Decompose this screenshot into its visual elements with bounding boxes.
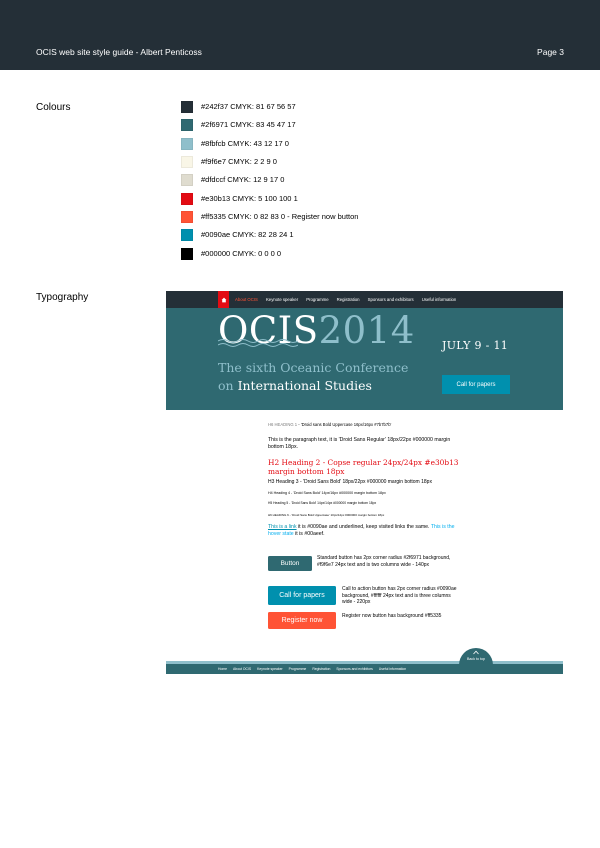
nav-item-programme[interactable]: Programme (306, 297, 328, 302)
standard-button[interactable]: Button (268, 556, 312, 571)
website-mockup: About OCIS Keynote speaker Programme Reg… (166, 291, 563, 674)
hero-call-for-papers-button[interactable]: Call for papers (442, 375, 510, 394)
colour-value: #000000 CMYK: 0 0 0 0 (201, 249, 282, 258)
colour-value: #f9f6e7 CMYK: 2 2 9 0 (201, 157, 277, 166)
footer-item-about[interactable]: About OCIS (233, 667, 251, 671)
colour-swatch (181, 155, 193, 168)
colour-swatch (181, 228, 193, 241)
colour-swatch (181, 173, 193, 186)
home-icon (221, 297, 226, 302)
h3-heading-sample: H3 Heading 3 - 'Droid Sans Bold' 18px/22… (268, 479, 432, 485)
document-header: OCIS web site style guide - Albert Penti… (0, 0, 600, 70)
colour-row: #ff5335 CMYK: 0 82 83 0 - Register now b… (181, 210, 358, 223)
nav-item-registration[interactable]: Registration (337, 297, 360, 302)
standard-button-description: Standard button has 2px corner radius #2… (317, 555, 451, 568)
colour-row: #0090ae CMYK: 82 28 24 1 (181, 228, 294, 241)
colour-swatch (181, 100, 193, 113)
call-to-action-description: Call to action button has 2px corner rad… (342, 586, 457, 605)
h4-heading-sample: H4 Heading 4 - 'Droid Sans Bold' 14px/16… (268, 491, 386, 495)
paragraph-sample: This is the paragraph text, it is 'Droid… (268, 437, 451, 450)
colour-swatch (181, 247, 193, 260)
footer-item-home[interactable]: Home (218, 667, 227, 671)
mockup-nav-items: About OCIS Keynote speaker Programme Reg… (235, 291, 464, 308)
footer-item-sponsors[interactable]: Sponsors and exhibitors (336, 667, 372, 671)
colour-row: #e30b13 CMYK: 5 100 100 1 (181, 192, 298, 205)
footer-nav: Home About OCIS Keynote speaker Programm… (218, 664, 412, 674)
typography-heading: Typography (36, 292, 89, 303)
colour-row: #2f6971 CMYK: 83 45 47 17 (181, 118, 296, 131)
h2-heading-sample: H2 Heading 2 - Copse regular 24px/24px #… (268, 458, 459, 476)
nav-item-sponsors[interactable]: Sponsors and exhibitors (368, 297, 414, 302)
h6-heading-sample: H6 HEADING 1 - 'Droid sans Bold Uppercas… (268, 422, 392, 427)
page-number: Page 3 (537, 47, 564, 57)
link-example[interactable]: This is a link (268, 524, 297, 530)
back-to-top-label: Back to top (467, 657, 485, 661)
colour-value: #0090ae CMYK: 82 28 24 1 (201, 230, 294, 239)
footer-item-registration[interactable]: Registration (312, 667, 330, 671)
colour-value: #dfdccf CMYK: 12 9 17 0 (201, 175, 285, 184)
colour-row: #8fbfcb CMYK: 43 12 17 0 (181, 137, 289, 150)
colour-swatch (181, 210, 193, 223)
tagline-line-1: The sixth Oceanic Conference (218, 360, 409, 375)
conference-dates: JULY 9 - 11 (442, 339, 509, 352)
colour-value: #2f6971 CMYK: 83 45 47 17 (201, 120, 296, 129)
document-title: OCIS web site style guide - Albert Penti… (36, 47, 202, 57)
nav-item-useful-info[interactable]: Useful information (422, 297, 457, 302)
register-now-button[interactable]: Register now (268, 612, 336, 629)
colour-value: #8fbfcb CMYK: 43 12 17 0 (201, 139, 289, 148)
tagline-line-2: on International Studies (218, 378, 372, 393)
colour-value: #e30b13 CMYK: 5 100 100 1 (201, 194, 298, 203)
chevron-up-icon (473, 650, 479, 655)
h5-heading-sample: H5 Heading 5 - 'Droid Sans Bold' 14px/14… (268, 501, 377, 505)
call-for-papers-button[interactable]: Call for papers (268, 586, 336, 605)
colour-value: #ff5335 CMYK: 0 82 83 0 - Register now b… (201, 212, 359, 221)
footer-item-keynote[interactable]: Keynote speaker (257, 667, 282, 671)
colour-row: #dfdccf CMYK: 12 9 17 0 (181, 173, 284, 186)
home-button[interactable] (218, 291, 229, 308)
link-sample: This is a link it is #0090ae and underli… (268, 524, 455, 537)
colour-row: #242f37 CMYK: 81 67 56 57 (181, 100, 296, 113)
h6-heading-sample-2: H6 HEADING 6 - 'Droid Sans Bold Uppercas… (268, 513, 385, 517)
colour-row: #000000 CMYK: 0 0 0 0 (181, 247, 281, 260)
colour-swatch (181, 192, 193, 205)
back-to-top-button[interactable]: Back to top (459, 648, 493, 665)
colours-heading: Colours (36, 102, 71, 113)
colour-value: #242f37 CMYK: 81 67 56 57 (201, 102, 296, 111)
nav-item-about[interactable]: About OCIS (235, 297, 258, 302)
footer-item-useful-info[interactable]: Useful information (379, 667, 406, 671)
footer-item-programme[interactable]: Programme (289, 667, 307, 671)
waves-icon (218, 339, 298, 347)
register-button-description: Register now button has background #ff53… (342, 613, 442, 619)
mockup-hero: OCIS2014 JULY 9 - 11 The sixth Oceanic C… (166, 308, 563, 410)
colour-swatch (181, 137, 193, 150)
mockup-nav-bar: About OCIS Keynote speaker Programme Reg… (166, 291, 563, 308)
nav-item-keynote[interactable]: Keynote speaker (266, 297, 298, 302)
colour-row: #f9f6e7 CMYK: 2 2 9 0 (181, 155, 277, 168)
colour-swatch (181, 118, 193, 131)
